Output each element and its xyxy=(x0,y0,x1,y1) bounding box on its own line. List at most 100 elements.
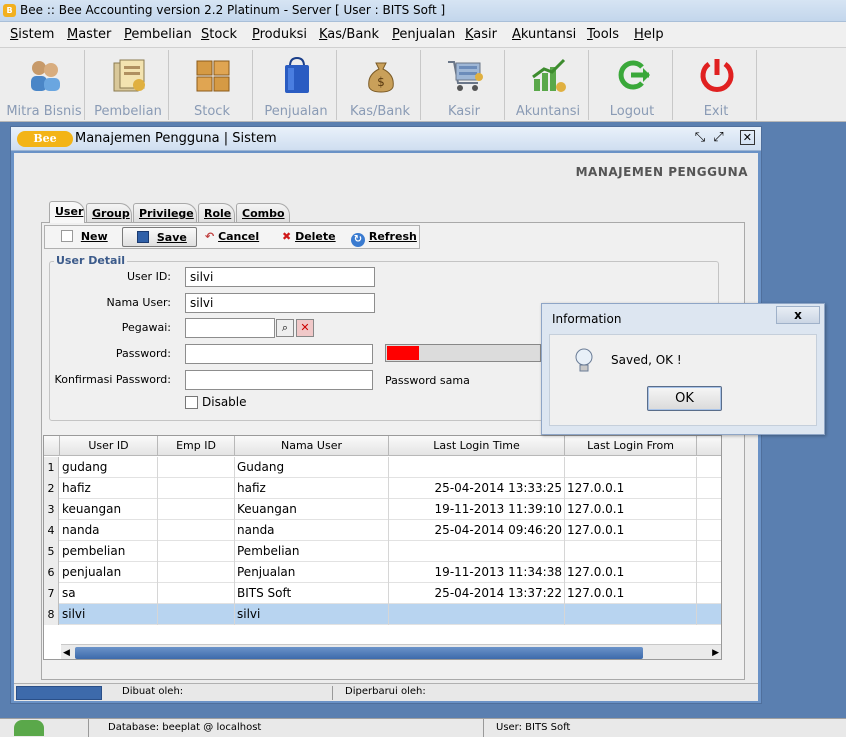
tab-user[interactable]: User xyxy=(49,201,85,223)
table-cell-nama: hafiz xyxy=(235,478,389,499)
menu-help[interactable]: Help xyxy=(634,27,664,42)
table-cell-from xyxy=(565,457,697,478)
user-detail-legend: User Detail xyxy=(54,254,128,267)
page-title: MANAJEMEN PENGGUNA xyxy=(575,165,748,179)
table-row[interactable]: 3 keuangan Keuangan 19-11-2013 11:39:10 127.… xyxy=(44,499,721,520)
user-id-label: User ID: xyxy=(127,270,171,283)
scroll-right-icon[interactable]: ▶ xyxy=(712,648,719,658)
ok-button[interactable]: OK xyxy=(647,386,722,411)
refresh-icon: ↻ xyxy=(351,233,365,247)
scrollbar-thumb[interactable] xyxy=(75,647,643,659)
tab-combo[interactable]: Combo xyxy=(236,203,290,223)
table-cell-from: 127.0.0.1 xyxy=(565,478,697,499)
menu-pembelian[interactable]: Pembelian xyxy=(124,27,192,42)
delete-button[interactable]: ✖ Delete xyxy=(282,227,342,247)
maximize-icon[interactable]: ⤢ xyxy=(713,130,723,145)
table-cell-emp-id xyxy=(158,541,235,562)
table-row[interactable]: 2 hafiz hafiz 25-04-2014 13:33:25 127.0.0.1 xyxy=(44,478,721,499)
menu-tools[interactable]: Tools xyxy=(587,27,619,42)
sales-bag-icon xyxy=(278,55,316,95)
table-row[interactable]: 5 pembelian Pembelian xyxy=(44,541,721,562)
status-divider xyxy=(483,719,484,737)
window-title: Bee :: Bee Accounting version 2.2 Platin… xyxy=(20,3,446,17)
table-cell-user-id: gudang xyxy=(60,457,158,478)
menu-master[interactable]: Master xyxy=(67,27,111,42)
internal-frame-titlebar: Bee Manajemen Pengguna | Sistem ⤡ ⤢ ✕ xyxy=(11,127,761,151)
undo-icon: ↶ xyxy=(205,230,215,243)
tab-privilege[interactable]: Privilege xyxy=(133,203,197,223)
menu-penjualan[interactable]: Penjualan xyxy=(392,27,455,42)
clear-icon[interactable]: ✕ xyxy=(296,319,314,337)
bee-logo: Bee xyxy=(17,131,73,147)
table-cell-emp-id xyxy=(158,478,235,499)
toolbar-logout-button[interactable]: Logout xyxy=(591,50,673,120)
column-header-user-id[interactable]: User ID xyxy=(60,436,158,456)
status-divider xyxy=(88,719,89,737)
tab-role[interactable]: Role xyxy=(198,203,235,223)
konfirmasi-password-field[interactable] xyxy=(185,370,373,390)
database-status: Database: beeplat @ localhost xyxy=(108,722,262,733)
dialog-close-button[interactable]: x xyxy=(776,306,820,324)
nama-user-field[interactable]: silvi xyxy=(185,293,375,313)
column-header-emp-id[interactable]: Emp ID xyxy=(158,436,235,456)
toolbar-exit-button[interactable]: Exit xyxy=(675,50,757,120)
table-cell-user-id: silvi xyxy=(60,604,158,625)
toolbar-kasir-button[interactable]: Kasir xyxy=(423,50,505,120)
toolbar-label: Mitra Bisnis xyxy=(6,104,82,119)
toolbar-penjualan-button[interactable]: Penjualan xyxy=(255,50,337,120)
toolbar-label: Kasir xyxy=(448,104,480,119)
column-header-last-login-time[interactable]: Last Login Time xyxy=(389,436,565,456)
table-row[interactable]: 1 gudang Gudang xyxy=(44,457,721,478)
table-cell-time: 25-04-2014 13:37:22 xyxy=(389,583,565,604)
toolbar-pembelian-button[interactable]: Pembelian xyxy=(87,50,169,120)
user-tab-panel: New Save ↶ Cancel ✖ Delete ↻ Refresh Use… xyxy=(41,222,745,680)
tab-group[interactable]: Group xyxy=(86,203,132,223)
dialog-body: Saved, OK ! OK xyxy=(549,334,817,426)
table-row[interactable]: 8 silvi silvi xyxy=(44,604,721,625)
table-row[interactable]: 6 penjualan Penjualan 19-11-2013 11:34:38 12… xyxy=(44,562,721,583)
window-titlebar: B Bee :: Bee Accounting version 2.2 Plat… xyxy=(0,0,846,22)
table-cell-nama: Keuangan xyxy=(235,499,389,520)
table-cell-nama: nanda xyxy=(235,520,389,541)
toolbar-mitra-bisnis-button[interactable]: Mitra Bisnis xyxy=(3,50,85,120)
disable-checkbox[interactable] xyxy=(185,396,198,409)
table-cell-time: 19-11-2013 11:34:38 xyxy=(389,562,565,583)
table-row[interactable]: 4 nanda nanda 25-04-2014 09:46:20 127.0.0.1 xyxy=(44,520,721,541)
horizontal-scrollbar[interactable]: ◀ ▶ xyxy=(61,644,721,659)
menu-kasir[interactable]: Kasir xyxy=(465,27,497,42)
restore-icon[interactable]: ⤡ xyxy=(695,130,705,145)
new-button[interactable]: New xyxy=(61,227,123,247)
menu-sistem[interactable]: Sistem xyxy=(10,27,54,42)
table-row[interactable]: 7 sa BITS Soft 25-04-2014 13:37:22 127.0.0.1 xyxy=(44,583,721,604)
column-header-last-login-from[interactable]: Last Login From xyxy=(565,436,697,456)
table-cell-time: 19-11-2013 11:39:10 xyxy=(389,499,565,520)
toolbar-stock-button[interactable]: Stock xyxy=(171,50,253,120)
dialog-message: Saved, OK ! xyxy=(611,353,682,367)
menu-akuntansi[interactable]: Akuntansi xyxy=(512,27,576,42)
user-id-field[interactable]: silvi xyxy=(185,267,375,287)
toolbar-akuntansi-button[interactable]: Akuntansi xyxy=(507,50,589,120)
menu-produksi[interactable]: Produksi xyxy=(252,27,307,42)
purchase-icon xyxy=(110,55,148,95)
save-button[interactable]: Save xyxy=(122,227,197,247)
menu-stock[interactable]: Stock xyxy=(201,27,237,42)
password-field[interactable] xyxy=(185,344,373,364)
status-indicator xyxy=(16,686,102,700)
row-number-header xyxy=(44,436,60,456)
scroll-left-icon[interactable]: ◀ xyxy=(63,648,70,658)
table-cell-time xyxy=(389,604,565,625)
menu-kas-bank[interactable]: Kas/Bank xyxy=(319,27,379,42)
table-cell-emp-id xyxy=(158,562,235,583)
toolbar-label: Pembelian xyxy=(94,104,162,119)
table-cell-nama: Pembelian xyxy=(235,541,389,562)
disable-label: Disable xyxy=(202,395,247,409)
pegawai-field[interactable] xyxy=(185,318,275,338)
column-header-nama-user[interactable]: Nama User xyxy=(235,436,389,456)
close-icon[interactable]: ✕ xyxy=(739,130,755,145)
row-number: 8 xyxy=(44,604,59,625)
search-icon[interactable]: ⌕ xyxy=(276,319,294,337)
toolbar-kas-bank-button[interactable]: $ Kas/Bank xyxy=(339,50,421,120)
password-strength-fill xyxy=(387,346,420,360)
cancel-button[interactable]: ↶ Cancel xyxy=(205,227,269,247)
refresh-button[interactable]: ↻ Refresh xyxy=(351,227,419,247)
